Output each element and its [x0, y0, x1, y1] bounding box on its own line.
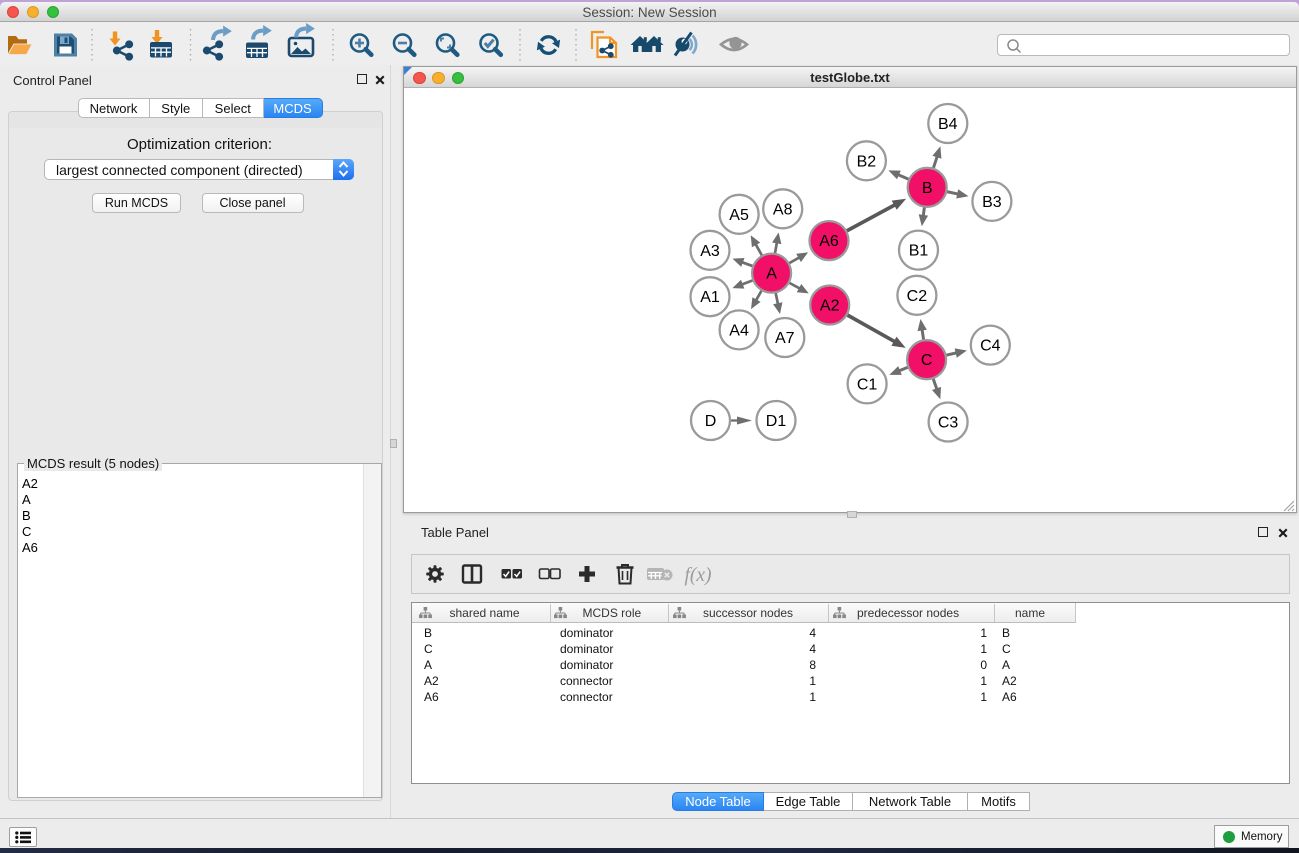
svg-text:f(x): f(x)	[684, 565, 711, 586]
